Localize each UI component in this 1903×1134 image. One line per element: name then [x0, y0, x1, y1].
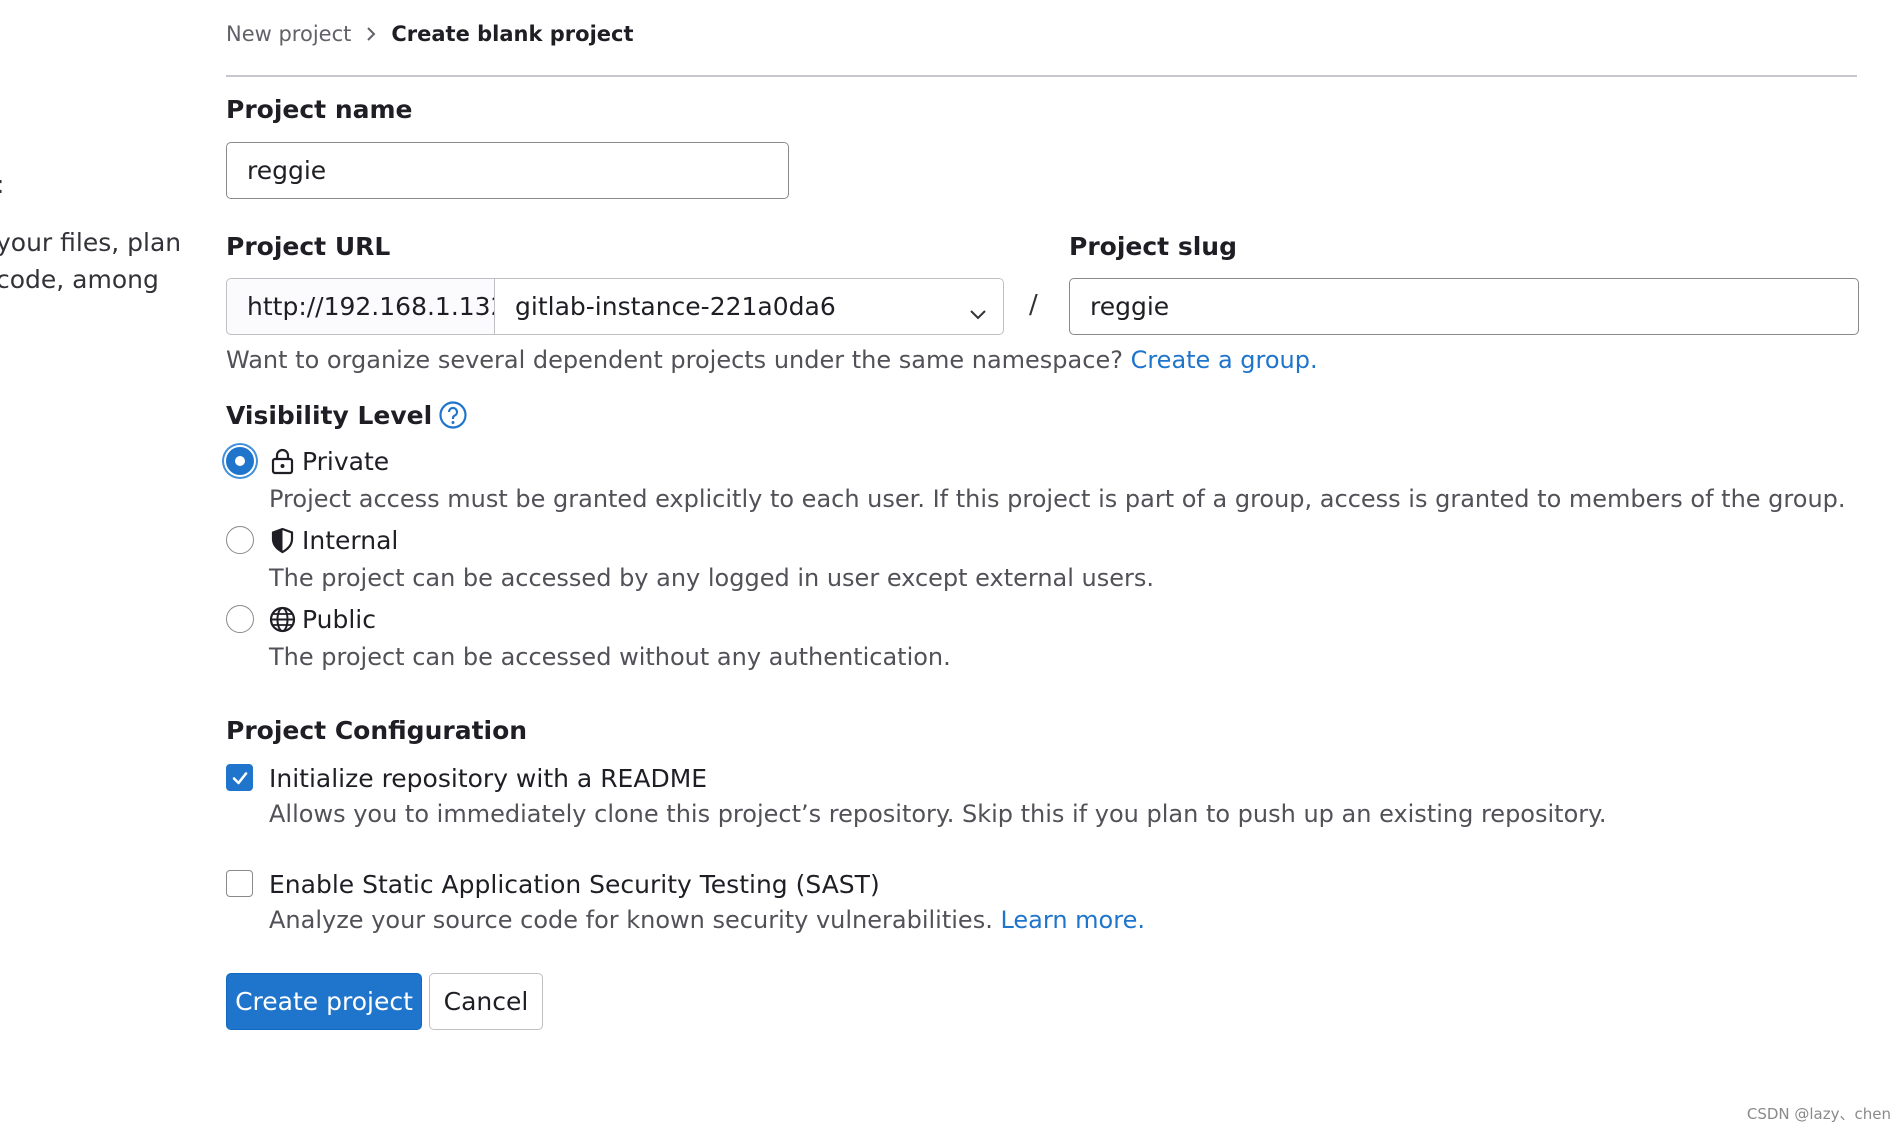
sast-description: Analyze your source code for known secur…	[269, 906, 1145, 934]
divider	[226, 75, 1857, 77]
url-separator: /	[1029, 290, 1038, 320]
visibility-private-description: Project access must be granted explicitl…	[269, 485, 1846, 513]
visibility-internal-radio[interactable]	[226, 526, 254, 554]
breadcrumb: New project Create blank project	[226, 22, 634, 46]
readme-description: Allows you to immediately clone this pro…	[269, 800, 1607, 828]
namespace-select[interactable]: gitlab-instance-221a0da6	[494, 278, 1004, 335]
cancel-button[interactable]: Cancel	[429, 973, 543, 1030]
watermark: CSDN @lazy、chen	[1746, 1105, 1891, 1123]
sast-label[interactable]: Enable Static Application Security Testi…	[269, 870, 880, 899]
visibility-level-label: Visibility Level	[226, 400, 468, 430]
visibility-internal-label[interactable]: Internal	[302, 526, 398, 555]
sast-description-text: Analyze your source code for known secur…	[269, 906, 1001, 934]
learn-more-link[interactable]: Learn more.	[1000, 906, 1145, 934]
visibility-private-label[interactable]: Private	[302, 447, 389, 476]
project-slug-label: Project slug	[1069, 232, 1237, 261]
lock-icon	[269, 448, 296, 475]
sast-checkbox[interactable]	[226, 870, 253, 897]
visibility-private-radio[interactable]	[226, 447, 254, 475]
visibility-public-description: The project can be accessed without any …	[269, 643, 951, 671]
create-group-help-text: Want to organize several dependent proje…	[226, 346, 1131, 374]
project-slug-input[interactable]: reggie	[1069, 278, 1859, 335]
left-panel-text-line: code, among	[0, 265, 159, 294]
chevron-right-icon	[365, 26, 377, 42]
globe-icon	[269, 606, 296, 633]
project-url-prefix: http://192.168.1.132/	[226, 278, 515, 335]
visibility-level-label-text: Visibility Level	[226, 400, 433, 430]
project-url-label: Project URL	[226, 232, 391, 261]
visibility-public-label[interactable]: Public	[302, 605, 376, 634]
breadcrumb-current: Create blank project	[391, 22, 634, 46]
namespace-value: gitlab-instance-221a0da6	[515, 292, 836, 321]
create-group-link[interactable]: Create a group.	[1131, 346, 1318, 374]
readme-checkbox[interactable]	[226, 764, 253, 791]
shield-icon	[269, 527, 296, 554]
breadcrumb-new-project[interactable]: New project	[226, 22, 351, 46]
left-panel-fragment: :	[0, 170, 4, 199]
chevron-down-icon	[969, 299, 987, 328]
project-configuration-label: Project Configuration	[226, 716, 528, 745]
create-project-button[interactable]: Create project	[226, 973, 422, 1030]
readme-label[interactable]: Initialize repository with a README	[269, 764, 707, 793]
question-circle-icon[interactable]	[438, 400, 468, 430]
visibility-internal-description: The project can be accessed by any logge…	[269, 564, 1155, 592]
left-panel-text-line: your files, plan	[0, 228, 182, 257]
check-icon	[232, 772, 248, 785]
project-name-input[interactable]: reggie	[226, 142, 789, 199]
visibility-public-radio[interactable]	[226, 605, 254, 633]
project-name-label: Project name	[226, 95, 413, 124]
create-group-help: Want to organize several dependent proje…	[226, 346, 1318, 374]
